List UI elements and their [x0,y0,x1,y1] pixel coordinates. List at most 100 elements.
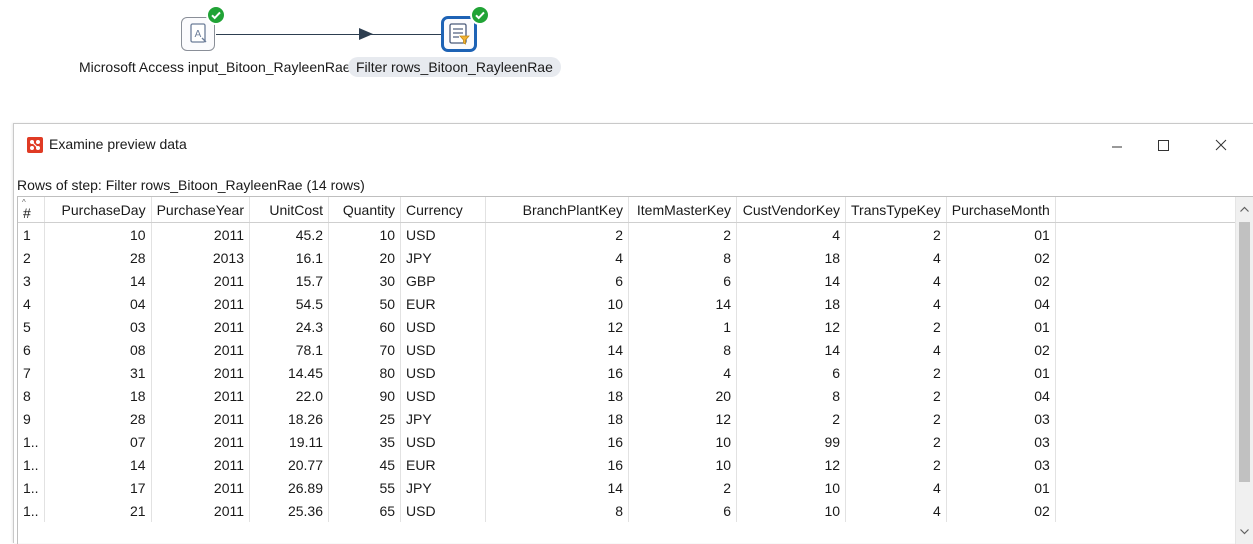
scroll-down-icon[interactable] [1236,523,1253,540]
table-row[interactable]: 1 10 2011 45.2 10 USD 2 2 4 2 01 [18,222,1244,246]
table-cell[interactable]: 16.1 [249,246,330,269]
table-cell[interactable]: USD [400,384,487,407]
table-cell[interactable]: 02 [946,338,1056,361]
table-cell[interactable]: 45.2 [249,222,330,246]
table-cell[interactable]: 6 [628,269,738,292]
table-cell[interactable]: 04 [44,292,152,315]
table-cell[interactable]: 28 [44,407,152,430]
table-cell[interactable]: 90 [328,384,402,407]
table-cell[interactable]: 4 [485,246,630,269]
table-cell[interactable]: 18 [44,384,152,407]
table-cell[interactable]: 6 [485,269,630,292]
table-cell[interactable]: 10 [44,222,152,246]
table-cell[interactable]: 4 [845,476,947,499]
table-cell[interactable]: 04 [946,384,1056,407]
access-input-step-label[interactable]: Microsoft Access input_Bitoon_RayleenRae [79,59,351,75]
table-cell[interactable]: 35 [328,430,402,453]
column-header-row-number[interactable]: ^ # [18,197,45,223]
table-row[interactable]: 1.. 21 2011 25.36 65 USD 8 6 10 4 02 [18,499,1244,522]
column-header-unitcost[interactable]: UnitCost [249,197,330,223]
table-row[interactable]: 3 14 2011 15.7 30 GBP 6 6 14 4 02 [18,269,1244,292]
row-number-cell[interactable]: 6 [18,338,45,361]
table-cell[interactable]: 10 [736,476,847,499]
table-row[interactable]: 6 08 2011 78.1 70 USD 14 8 14 4 02 [18,338,1244,361]
table-cell[interactable]: 22.0 [249,384,330,407]
table-cell[interactable]: 30 [328,269,402,292]
table-cell[interactable]: EUR [400,453,487,476]
table-cell[interactable]: 10 [328,222,402,246]
table-cell[interactable]: 65 [328,499,402,522]
table-cell[interactable]: 2 [845,453,947,476]
table-cell[interactable]: 8 [736,384,847,407]
scroll-up-icon[interactable] [1236,201,1253,218]
table-cell[interactable]: 2013 [151,246,251,269]
table-cell[interactable]: 1 [628,315,738,338]
table-cell[interactable]: 45 [328,453,402,476]
table-cell[interactable]: 10 [628,430,738,453]
maximize-button[interactable] [1140,130,1186,160]
table-cell[interactable]: 02 [946,499,1056,522]
table-cell[interactable]: 54.5 [249,292,330,315]
table-cell[interactable]: 14 [628,292,738,315]
row-number-cell[interactable]: 1.. [18,430,45,453]
table-cell[interactable]: 02 [946,246,1056,269]
table-cell[interactable]: 10 [736,499,847,522]
table-cell[interactable]: 14 [44,269,152,292]
table-cell[interactable]: 2011 [151,407,251,430]
row-number-cell[interactable]: 7 [18,361,45,384]
table-cell[interactable]: 14 [485,476,630,499]
table-cell[interactable]: 55 [328,476,402,499]
table-cell[interactable]: 2011 [151,361,251,384]
table-cell[interactable]: 2011 [151,292,251,315]
table-cell[interactable]: USD [400,338,487,361]
table-row[interactable]: 1.. 14 2011 20.77 45 EUR 16 10 12 2 03 [18,453,1244,476]
row-number-cell[interactable]: 2 [18,246,45,269]
table-cell[interactable]: 03 [946,453,1056,476]
table-cell[interactable]: 2 [845,430,947,453]
table-cell[interactable]: 4 [845,246,947,269]
table-cell[interactable]: 04 [946,292,1056,315]
table-row[interactable]: 4 04 2011 54.5 50 EUR 10 14 18 4 04 [18,292,1244,315]
table-row[interactable]: 5 03 2011 24.3 60 USD 12 1 12 2 01 [18,315,1244,338]
table-cell[interactable]: 8 [485,499,630,522]
table-cell[interactable]: 2 [845,384,947,407]
table-cell[interactable]: USD [400,315,487,338]
table-cell[interactable]: GBP [400,269,487,292]
table-cell[interactable]: 2 [628,476,738,499]
table-cell[interactable]: 12 [736,315,847,338]
table-cell[interactable]: USD [400,222,487,246]
table-cell[interactable]: 12 [736,453,847,476]
column-header-quantity[interactable]: Quantity [328,197,402,223]
table-cell[interactable]: 2011 [151,384,251,407]
table-cell[interactable]: EUR [400,292,487,315]
table-cell[interactable]: 70 [328,338,402,361]
table-row[interactable]: 7 31 2011 14.45 80 USD 16 4 6 2 01 [18,361,1244,384]
table-cell[interactable]: 25 [328,407,402,430]
table-cell[interactable]: 25.36 [249,499,330,522]
table-cell[interactable]: 10 [628,453,738,476]
vertical-scrollbar[interactable] [1235,197,1253,544]
table-row[interactable]: 9 28 2011 18.26 25 JPY 18 12 2 2 03 [18,407,1244,430]
table-cell[interactable]: 14 [736,338,847,361]
table-cell[interactable]: 03 [946,407,1056,430]
table-cell[interactable]: 2011 [151,269,251,292]
table-cell[interactable]: 28 [44,246,152,269]
table-cell[interactable]: 80 [328,361,402,384]
row-number-cell[interactable]: 8 [18,384,45,407]
table-cell[interactable]: 14 [485,338,630,361]
table-row[interactable]: 8 18 2011 22.0 90 USD 18 20 8 2 04 [18,384,1244,407]
table-cell[interactable]: 21 [44,499,152,522]
hop-line[interactable] [216,34,442,35]
table-cell[interactable]: 24.3 [249,315,330,338]
table-cell[interactable]: 15.7 [249,269,330,292]
table-cell[interactable]: 2 [845,315,947,338]
column-header-transtypekey[interactable]: TransTypeKey [845,197,947,223]
column-header-purchaseday[interactable]: PurchaseDay [44,197,152,223]
table-cell[interactable]: 2 [736,407,847,430]
table-cell[interactable]: 4 [845,338,947,361]
table-cell[interactable]: 03 [946,430,1056,453]
table-cell[interactable]: 07 [44,430,152,453]
table-cell[interactable]: 6 [628,499,738,522]
table-cell[interactable]: 12 [628,407,738,430]
row-number-cell[interactable]: 3 [18,269,45,292]
